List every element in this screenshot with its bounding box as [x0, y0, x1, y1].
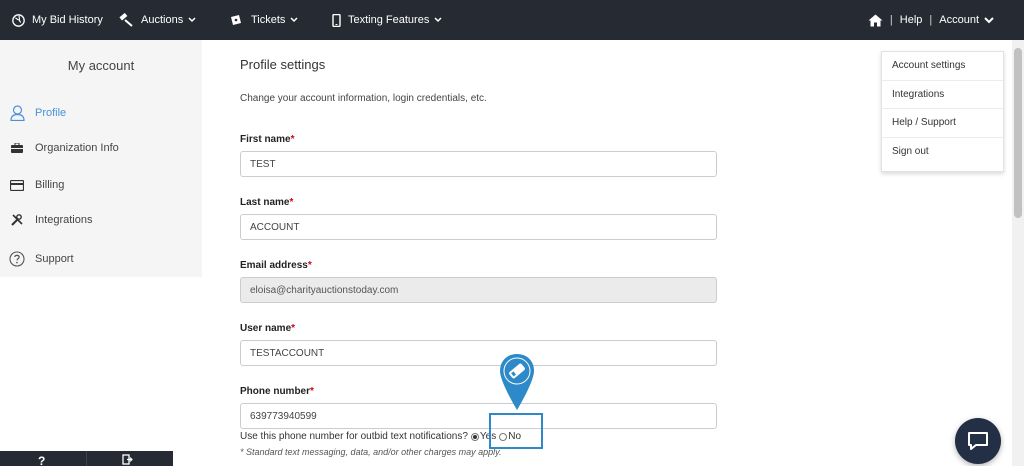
nav-tickets[interactable]: Tickets: [228, 0, 305, 40]
top-nav: My Bid History Auctions Tickets Texting …: [0, 0, 1024, 40]
sidebar-item-organization[interactable]: Organization Info: [8, 138, 119, 158]
first-name-input[interactable]: [240, 151, 717, 177]
email-field: [240, 277, 717, 303]
nav-bid-history-label: My Bid History: [32, 14, 103, 26]
sidebar-item-billing[interactable]: Billing: [8, 175, 64, 195]
sidebar-item-label: Organization Info: [35, 142, 119, 154]
nav-auctions-label: Auctions: [141, 14, 184, 26]
sidebar: My account Profile Organization Info Bil…: [0, 40, 202, 277]
email-label: Email address*: [240, 260, 312, 271]
map-pin-marker-icon: [500, 354, 534, 410]
charges-disclaimer: * Standard text messaging, data, and/or …: [240, 447, 502, 457]
chevron-down-icon: [290, 17, 298, 23]
user-icon: [8, 104, 26, 122]
menu-item-account-settings[interactable]: Account settings: [882, 52, 1003, 81]
nav-bid-history[interactable]: My Bid History: [12, 0, 103, 40]
nav-auctions[interactable]: Auctions: [118, 0, 203, 40]
nav-separator: |: [889, 14, 893, 26]
nav-tickets-label: Tickets: [251, 14, 286, 26]
nav-account-link[interactable]: Account: [939, 14, 979, 26]
page-title: Profile settings: [240, 57, 326, 72]
nav-texting[interactable]: Texting Features: [332, 0, 449, 40]
required-asterisk: *: [310, 386, 314, 397]
chevron-down-icon: [434, 17, 442, 23]
username-input[interactable]: [240, 340, 717, 366]
globe-icon: [12, 13, 25, 27]
email-label-text: Email address: [240, 260, 308, 271]
chevron-down-icon[interactable]: [984, 16, 994, 24]
first-name-label: First name*: [240, 134, 294, 145]
menu-item-integrations[interactable]: Integrations: [882, 81, 1003, 109]
gavel-icon: [119, 13, 133, 27]
exit-icon[interactable]: [122, 454, 133, 465]
phone-label: Phone number*: [240, 386, 314, 397]
sidebar-item-label: Integrations: [35, 214, 93, 226]
sidebar-item-profile[interactable]: Profile: [8, 103, 66, 123]
nav-right-group: | Help | Account: [868, 0, 994, 40]
username-label-text: User name: [240, 323, 292, 334]
nav-separator: |: [929, 14, 933, 26]
sidebar-item-support[interactable]: Support: [8, 249, 74, 269]
chat-bubble-icon: [968, 432, 988, 450]
sidebar-item-label: Support: [35, 253, 74, 265]
nav-texting-label: Texting Features: [348, 14, 430, 26]
required-asterisk: *: [289, 197, 294, 208]
mobile-phone-icon: [332, 13, 341, 27]
page-description: Change your account information, login c…: [240, 93, 487, 104]
sidebar-item-label: Billing: [35, 179, 65, 191]
help-button[interactable]: ?: [38, 454, 45, 466]
tools-icon: [8, 211, 26, 229]
nav-help-link[interactable]: Help: [900, 14, 923, 26]
question-circle-icon: [8, 250, 26, 268]
sidebar-item-label: Profile: [35, 107, 67, 119]
outbid-notification-question: Use this phone number for outbid text no…: [240, 431, 468, 442]
page-scrollbar[interactable]: [1012, 40, 1024, 466]
credit-card-icon: [8, 176, 26, 194]
phone-input[interactable]: [240, 403, 717, 429]
sidebar-title: My account: [67, 58, 135, 73]
chat-button[interactable]: [955, 418, 1001, 464]
briefcase-icon: [8, 139, 26, 157]
phone-label-text: Phone number: [240, 386, 311, 397]
highlight-box: [489, 413, 543, 449]
last-name-input[interactable]: [240, 214, 717, 240]
required-asterisk: *: [307, 260, 312, 271]
menu-item-sign-out[interactable]: Sign out: [882, 138, 1003, 167]
outbid-notification-row: Use this phone number for outbid text no…: [240, 431, 521, 442]
scrollbar-thumb[interactable]: [1014, 48, 1022, 218]
last-name-label-text: Last name: [240, 197, 290, 208]
home-icon[interactable]: [868, 14, 883, 27]
required-asterisk: *: [290, 134, 295, 145]
first-name-label-text: First name: [240, 134, 291, 145]
bottom-toolbar: ?: [0, 451, 173, 466]
menu-item-help-support[interactable]: Help / Support: [882, 109, 1003, 138]
notify-yes-radio[interactable]: [470, 432, 479, 441]
toolbar-divider: [86, 451, 87, 466]
chevron-down-icon: [188, 17, 196, 23]
ticket-icon: [231, 14, 241, 25]
last-name-label: Last name*: [240, 197, 293, 208]
account-dropdown-menu: Account settings Integrations Help / Sup…: [881, 51, 1004, 172]
username-label: User name*: [240, 323, 295, 334]
sidebar-item-integrations[interactable]: Integrations: [8, 210, 92, 230]
required-asterisk: *: [291, 323, 296, 334]
